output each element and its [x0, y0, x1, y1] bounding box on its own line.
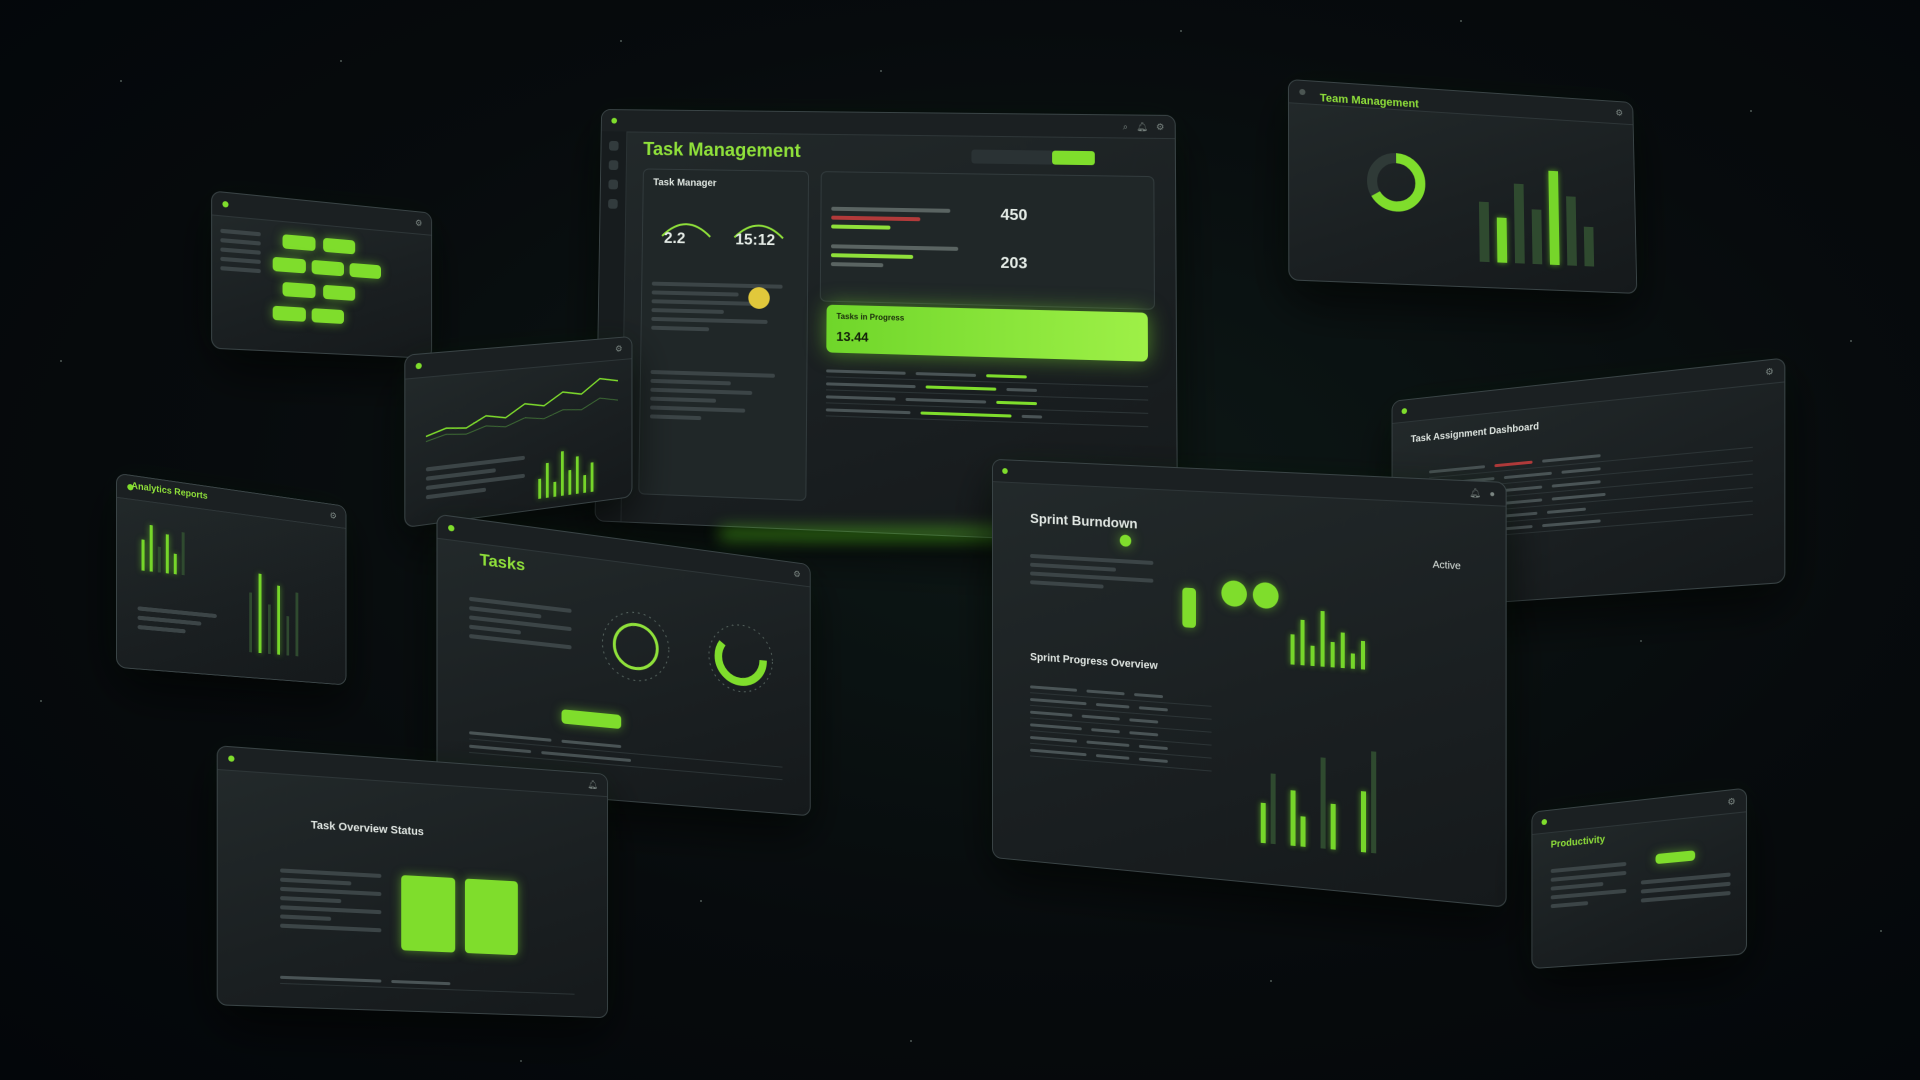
status-card[interactable] — [401, 875, 456, 953]
gauge-bar — [1182, 587, 1196, 629]
productivity-window: ⚙ Productivity — [1531, 787, 1748, 970]
tasks-in-progress-banner[interactable]: Tasks in Progress 13.44 — [826, 304, 1148, 362]
stat-value-c: 450 — [1000, 206, 1028, 225]
donut-chart — [1361, 145, 1432, 219]
analytics-reports-window: ⚙ Analytics Reports — [115, 472, 347, 686]
bar-chart-2 — [1241, 721, 1464, 861]
panel-title: Task Assignment Dashboard — [1410, 421, 1539, 446]
bell-icon[interactable]: 🔔︎ — [587, 779, 598, 790]
window-titlebar: ⌕ 🔔︎ ⚙ — [601, 109, 1175, 140]
gear-icon[interactable]: ⚙ — [793, 568, 800, 580]
activity-graph-window: ⚙ — [404, 335, 633, 529]
sidebar-item-tasks[interactable] — [608, 160, 619, 171]
bar-chart — [1470, 151, 1616, 267]
kanban-window: ⚙ — [211, 190, 433, 359]
panel-title: Sprint Burndown — [1030, 510, 1138, 532]
bell-icon[interactable]: 🔔︎ — [1469, 487, 1481, 499]
summary-card: 450 203 — [819, 171, 1155, 310]
sidebar-item-team[interactable] — [608, 179, 619, 190]
panel-title: Tasks — [479, 551, 526, 575]
task-overview-window: 🔔︎ Task Overview Status — [216, 745, 609, 1019]
status-card[interactable] — [464, 878, 518, 956]
gear-icon[interactable]: ⚙ — [1727, 795, 1735, 807]
stat-value-d: 203 — [1000, 254, 1028, 273]
filter-button[interactable] — [971, 149, 1055, 165]
app-logo-icon — [611, 117, 618, 124]
user-icon[interactable]: ● — [1489, 488, 1495, 499]
bar-chart — [534, 435, 618, 499]
stat-value-a: 2.2 — [663, 230, 686, 248]
banner-label: Tasks in Progress — [836, 311, 905, 323]
sidebar-item-home[interactable] — [609, 140, 619, 151]
status-badge[interactable]: Active — [1433, 560, 1461, 573]
gear-icon[interactable]: ⚙ — [1615, 107, 1623, 118]
line-chart — [426, 367, 618, 447]
bar-chart — [1281, 593, 1464, 676]
action-button[interactable] — [1655, 850, 1696, 865]
task-manager-card: Task Manager 2.2 15:12 — [638, 168, 810, 502]
gear-icon[interactable]: ⚙ — [1765, 365, 1773, 377]
stat-value-b: 15:12 — [735, 231, 776, 250]
card-title: Task Manager — [653, 177, 717, 190]
search-icon[interactable]: ⌕ — [1123, 121, 1128, 132]
bell-icon[interactable]: 🔔︎ — [1136, 121, 1148, 132]
banner-value: 13.44 — [836, 328, 869, 345]
panel-title: Task Overview Status — [310, 819, 424, 839]
status-indicator — [1119, 534, 1132, 547]
sprint-window: 🔔︎ ● Sprint Burndown Active Sprint Progre… — [992, 458, 1507, 908]
panel-title: Productivity — [1550, 834, 1606, 851]
task-list — [825, 364, 1149, 428]
gear-icon[interactable]: ⚙ — [1156, 121, 1164, 132]
page-title: Task Management — [643, 139, 801, 162]
sidebar-item-settings[interactable] — [608, 198, 618, 209]
primary-button[interactable] — [561, 709, 622, 730]
radial-chart — [592, 596, 680, 696]
add-task-button[interactable] — [1052, 150, 1095, 166]
team-management-window: ⚙ Team Management — [1287, 78, 1638, 294]
avatar[interactable] — [748, 286, 770, 310]
section-title: Sprint Progress Overview — [1030, 651, 1158, 673]
radial-chart-2 — [698, 609, 782, 706]
